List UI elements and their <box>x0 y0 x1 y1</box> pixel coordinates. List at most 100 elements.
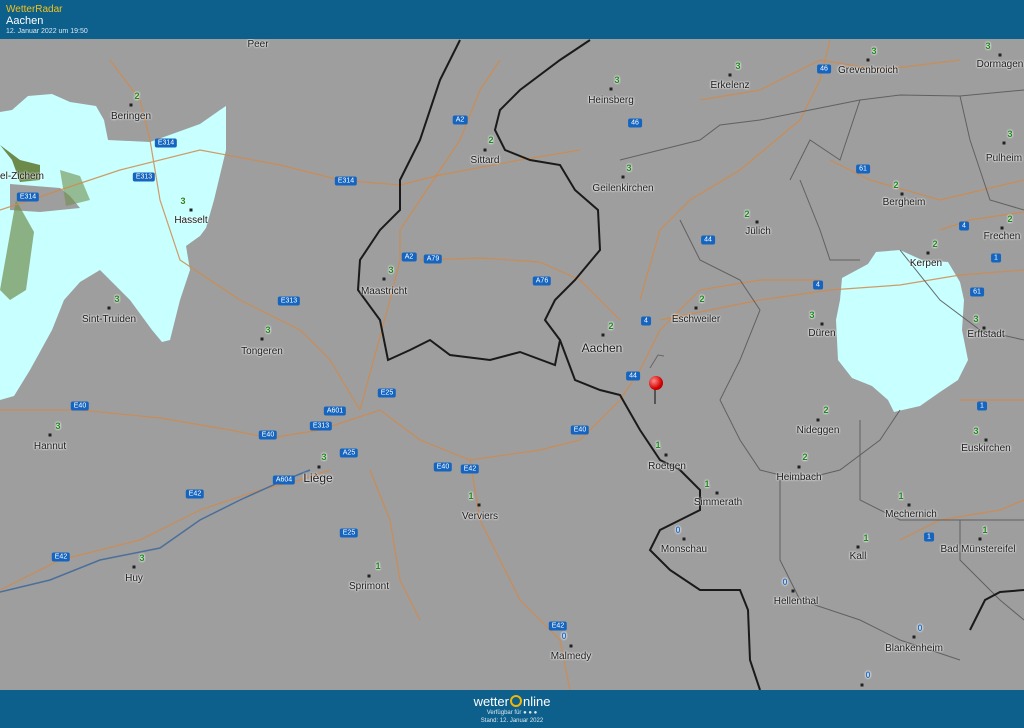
city-marker <box>664 453 668 457</box>
city-label[interactable]: Sint-Truiden <box>82 314 136 325</box>
city-label[interactable]: Geilenkirchen <box>592 183 653 194</box>
city-label[interactable]: Bergheim <box>883 197 926 208</box>
city-label[interactable]: Eschweiler <box>672 314 720 325</box>
city-label[interactable]: Heimbach <box>776 472 821 483</box>
city-temperature: 1 <box>863 533 869 543</box>
city-label[interactable]: Sittard <box>471 155 500 166</box>
city-label[interactable]: Blankenheim <box>885 643 943 654</box>
city-marker <box>907 503 911 507</box>
brand-text-post: nline <box>522 694 551 709</box>
city-label[interactable]: Maastricht <box>361 286 407 297</box>
city-label[interactable]: Aachen <box>582 341 623 355</box>
city-label[interactable]: Nideggen <box>797 425 840 436</box>
city-temperature: 2 <box>1007 214 1013 224</box>
city-marker <box>477 503 481 507</box>
city-label[interactable]: Mechernich <box>885 509 937 520</box>
city-temperature: 3 <box>871 46 877 56</box>
city-label[interactable]: Pulheim <box>986 153 1022 164</box>
city-label[interactable]: Tongeren <box>241 346 283 357</box>
city-marker <box>900 192 904 196</box>
city-temperature: 3 <box>973 426 979 436</box>
city-label[interactable]: Kall <box>850 551 867 562</box>
city-label[interactable]: Roetgen <box>648 461 686 472</box>
city-label[interactable]: Beringen <box>111 111 151 122</box>
city-temperature: 3 <box>614 75 620 85</box>
brand-o-icon <box>509 695 522 707</box>
city-marker <box>609 87 613 91</box>
road-badge: 46 <box>628 118 642 128</box>
road-badge: E25 <box>339 528 359 538</box>
city-label[interactable]: Malmedy <box>551 651 592 662</box>
city-label[interactable]: el-Zichem <box>0 171 44 182</box>
city-label[interactable]: Erkelenz <box>711 80 750 91</box>
city-label[interactable]: Peer <box>247 39 268 50</box>
road-badge: E42 <box>548 621 568 631</box>
city-label[interactable]: Hasselt <box>174 215 207 226</box>
city-temperature: 3 <box>735 61 741 71</box>
city-label[interactable]: Erftstadt <box>967 329 1004 340</box>
road-badge: 44 <box>626 371 640 381</box>
city-label[interactable]: Kerpen <box>910 258 942 269</box>
brand-logo[interactable]: wetter nline <box>0 694 1024 709</box>
city-marker <box>483 148 487 152</box>
city-label[interactable]: Liège <box>303 471 332 485</box>
location-pin-icon[interactable] <box>649 376 663 390</box>
city-temperature: 3 <box>626 163 632 173</box>
radar-map[interactable]: E314 E313 E314 E314 E313 A2 A2 A79 A76 E… <box>0 39 1024 690</box>
city-label[interactable]: Dormagen <box>977 59 1024 70</box>
city-marker <box>48 433 52 437</box>
city-marker <box>601 333 605 337</box>
city-label[interactable]: Monschau <box>661 544 707 555</box>
city-label[interactable]: Simmerath <box>694 497 742 508</box>
city-marker <box>715 491 719 495</box>
city-label[interactable]: Verviers <box>462 511 498 522</box>
city-temperature: 3 <box>985 41 991 51</box>
city-marker <box>984 438 988 442</box>
road-badge: 61 <box>970 287 984 297</box>
city-label[interactable]: Hannut <box>34 441 66 452</box>
city-label[interactable]: Huy <box>125 573 143 584</box>
city-temperature: 3 <box>180 196 186 206</box>
city-temperature: 0 <box>917 623 923 633</box>
city-label[interactable]: Sprimont <box>349 581 389 592</box>
city-marker <box>367 574 371 578</box>
city-temperature: 3 <box>114 294 120 304</box>
road-badge: E25 <box>377 388 397 398</box>
road-badge: E42 <box>51 552 71 562</box>
city-marker <box>860 683 864 687</box>
city-temperature: 3 <box>265 325 271 335</box>
road-badge: E42 <box>460 464 480 474</box>
city-temperature: 0 <box>675 525 681 535</box>
city-temperature: 3 <box>55 421 61 431</box>
city-temperature: 1 <box>704 479 710 489</box>
location-name: Aachen <box>6 15 44 27</box>
city-marker <box>728 73 732 77</box>
city-temperature: 1 <box>982 525 988 535</box>
city-marker <box>317 465 321 469</box>
road-badge: E314 <box>154 138 178 148</box>
city-label[interactable]: Hellenthal <box>774 596 818 607</box>
road-badge: A2 <box>401 252 417 262</box>
city-temperature: 2 <box>134 91 140 101</box>
city-label[interactable]: Euskirchen <box>961 443 1010 454</box>
city-temperature: 0 <box>782 577 788 587</box>
road-badge: E42 <box>185 489 205 499</box>
road-badge: A76 <box>532 276 552 286</box>
city-temperature: 2 <box>932 239 938 249</box>
road-badge: E40 <box>433 462 453 472</box>
road-badge: A2 <box>452 115 468 125</box>
availability-text: Verfügbar für ● ● ● <box>486 710 538 716</box>
city-temperature: 1 <box>375 561 381 571</box>
city-temperature: 2 <box>802 452 808 462</box>
city-label[interactable]: Düren <box>808 328 835 339</box>
city-label[interactable]: Jülich <box>745 226 771 237</box>
road-badge: E313 <box>277 296 301 306</box>
city-label[interactable]: Heinsberg <box>588 95 634 106</box>
city-label[interactable]: Bad Münstereifel <box>940 544 1015 555</box>
city-marker <box>912 635 916 639</box>
city-label[interactable]: Grevenbroich <box>838 65 898 76</box>
city-label[interactable]: Frechen <box>984 231 1021 242</box>
status-text: Stand: 12. Januar 2022 <box>480 718 544 724</box>
pin-needle <box>654 389 656 404</box>
road-badge: A601 <box>323 406 347 416</box>
